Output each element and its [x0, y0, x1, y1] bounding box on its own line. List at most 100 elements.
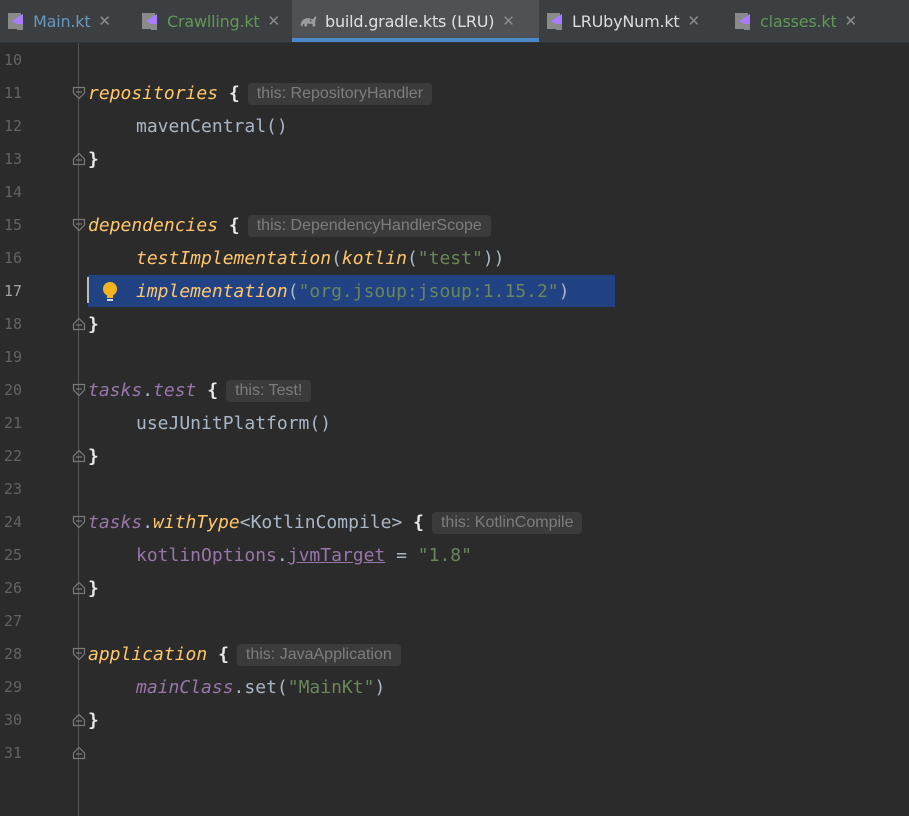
code-line[interactable]: 12 mavenCentral(): [0, 110, 909, 143]
line-number: 23: [3, 480, 22, 498]
code-line[interactable]: 20 tasks.test {this: Test!: [0, 374, 909, 407]
assignment-operator: =: [385, 545, 418, 566]
fold-end-icon[interactable]: [72, 152, 86, 166]
line-number: 26: [3, 579, 22, 597]
paren: (: [331, 248, 342, 269]
code-text: }: [88, 709, 99, 733]
open-brace: {: [228, 215, 240, 236]
code-text: }: [88, 313, 99, 337]
code-line[interactable]: 28 application {this: JavaApplication: [0, 638, 909, 671]
code-line[interactable]: 30 }: [0, 704, 909, 737]
paren: ): [558, 281, 570, 302]
code-line[interactable]: 16 testImplementation(kotlin("test")): [0, 242, 909, 275]
close-icon[interactable]: ✕: [502, 13, 515, 29]
code-line[interactable]: 22 }: [0, 440, 909, 473]
inlay-hint: this: Test!: [226, 380, 312, 402]
code-line[interactable]: 29 mainClass.set("MainKt"): [0, 671, 909, 704]
code-line[interactable]: 31: [0, 737, 909, 770]
tab-build-gradle-kts[interactable]: build.gradle.kts (LRU) ✕: [292, 0, 539, 42]
function-call: repositories: [88, 83, 219, 104]
code-line[interactable]: 13 }: [0, 143, 909, 176]
code-line[interactable]: 14: [0, 176, 909, 209]
line-number: 27: [3, 612, 22, 630]
code-line[interactable]: 10: [0, 44, 909, 77]
fold-collapse-icon[interactable]: [72, 383, 86, 397]
code-line[interactable]: 19: [0, 341, 909, 374]
line-number: 11: [3, 84, 22, 102]
code-text: tasks.test {this: Test!: [88, 379, 312, 403]
kotlin-file-icon: [8, 13, 23, 30]
tab-classes-kt[interactable]: classes.kt ✕: [727, 0, 909, 42]
property-ref: kotlinOptions: [136, 545, 277, 566]
code-line[interactable]: 24 tasks.withType<KotlinCompile> {this: …: [0, 506, 909, 539]
line-number: 13: [3, 150, 22, 168]
function-call: withType: [153, 512, 240, 533]
line-number: 24: [3, 513, 22, 531]
inlay-hint: this: RepositoryHandler: [247, 83, 433, 105]
fold-collapse-icon[interactable]: [72, 647, 86, 661]
string-literal: "MainKt": [287, 677, 375, 698]
code-line[interactable]: 27: [0, 605, 909, 638]
code-line[interactable]: 15 dependencies {this: DependencyHandler…: [0, 209, 909, 242]
function-call: kotlin: [341, 248, 407, 269]
code-editor[interactable]: 10 11 repositories {this: RepositoryHand…: [0, 43, 909, 816]
code-line[interactable]: 23: [0, 473, 909, 506]
code-line[interactable]: 25 kotlinOptions.jvmTarget = "1.8": [0, 539, 909, 572]
fold-end-icon[interactable]: [72, 713, 86, 727]
fold-end-icon[interactable]: [72, 746, 86, 760]
code-line-current[interactable]: 17 implementation("org.jsoup:jsoup:1.15.…: [0, 275, 909, 308]
code-line[interactable]: 11 repositories {this: RepositoryHandler: [0, 77, 909, 110]
function-call: application: [88, 644, 208, 665]
code-line[interactable]: 26 }: [0, 572, 909, 605]
fold-collapse-icon[interactable]: [72, 86, 86, 100]
dot: .: [233, 677, 245, 698]
kotlin-file-icon: [547, 13, 562, 30]
dot: .: [142, 512, 154, 533]
close-icon[interactable]: ✕: [268, 13, 281, 29]
line-number: 10: [3, 51, 22, 69]
close-icon[interactable]: ✕: [688, 13, 701, 29]
tab-lrubynum-kt[interactable]: LRUbyNum.kt ✕: [539, 0, 727, 42]
string-literal: "org.jsoup:jsoup:1.15.2": [298, 281, 559, 302]
code-text: tasks.withType<KotlinCompile> {this: Kot…: [88, 511, 583, 535]
fold-collapse-icon[interactable]: [72, 515, 86, 529]
method-call: set(: [244, 677, 288, 698]
code-text: }: [88, 148, 99, 172]
kotlin-file-icon: [142, 13, 157, 30]
tab-main-kt[interactable]: Main.kt ✕: [0, 0, 134, 42]
paren: ): [374, 677, 386, 698]
fold-end-icon[interactable]: [72, 449, 86, 463]
editor-tab-bar: Main.kt ✕ Crawlling.kt ✕ build.gradle.kt…: [0, 0, 909, 43]
property-ref: test: [153, 380, 197, 401]
code-line[interactable]: 18 }: [0, 308, 909, 341]
method-call: useJUnitPlatform(): [136, 413, 332, 434]
line-number: 22: [3, 447, 22, 465]
tab-crawlling-kt[interactable]: Crawlling.kt ✕: [134, 0, 292, 42]
code-text: }: [88, 577, 99, 601]
fold-end-icon[interactable]: [72, 581, 86, 595]
line-number: 25: [3, 546, 22, 564]
close-brace: }: [88, 578, 99, 599]
inlay-hint: this: KotlinCompile: [431, 512, 583, 534]
open-brace: {: [207, 380, 219, 401]
string-literal: "test": [417, 248, 483, 269]
close-icon[interactable]: ✕: [845, 13, 858, 29]
close-brace: }: [88, 314, 99, 335]
kotlin-file-icon: [735, 13, 750, 30]
line-number: 17: [3, 282, 22, 300]
tab-label: Crawlling.kt: [167, 11, 260, 31]
close-icon[interactable]: ✕: [98, 13, 111, 29]
property-ref: mainClass: [136, 677, 234, 698]
open-brace: {: [413, 512, 424, 533]
function-call: implementation: [136, 281, 288, 302]
line-number: 20: [3, 381, 22, 399]
gradle-elephant-icon: [300, 16, 317, 27]
code-line[interactable]: 21 useJUnitPlatform(): [0, 407, 909, 440]
code-text: application {this: JavaApplication: [88, 643, 401, 667]
close-brace: }: [88, 149, 99, 170]
fold-collapse-icon[interactable]: [72, 218, 86, 232]
dot: .: [276, 545, 288, 566]
dot: .: [142, 380, 154, 401]
fold-end-icon[interactable]: [72, 317, 86, 331]
paren: (: [287, 281, 299, 302]
